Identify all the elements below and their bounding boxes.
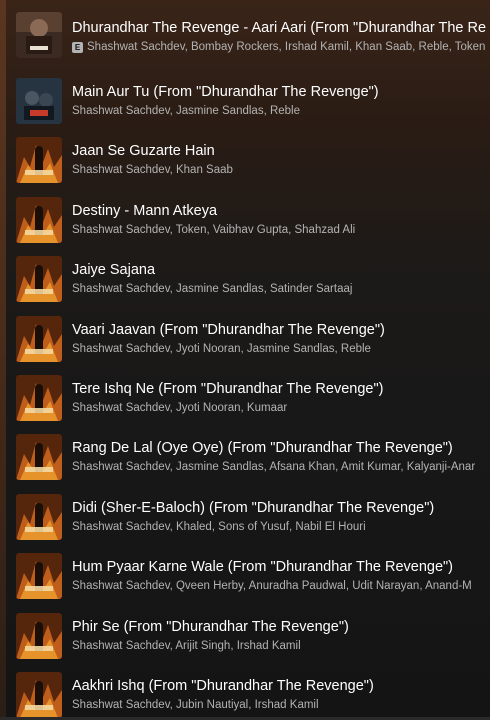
track-title[interactable]: Didi (Sher-E-Baloch) (From "Dhurandhar T… xyxy=(72,498,490,518)
track-row[interactable]: Hum Pyaar Karne Wale (From "Dhurandhar T… xyxy=(6,547,490,606)
track-row[interactable]: Dhurandhar The Revenge - Aari Aari (From… xyxy=(6,0,490,72)
track-title[interactable]: Destiny - Mann Atkeya xyxy=(72,201,490,221)
track-list-panel: Dhurandhar The Revenge - Aari Aari (From… xyxy=(0,0,490,720)
track-list: Dhurandhar The Revenge - Aari Aari (From… xyxy=(6,0,490,720)
track-artists-text[interactable]: Shashwat Sachdev, Jyoti Nooran, Kumaar xyxy=(72,399,287,417)
track-artists: Shashwat Sachdev, Jyoti Nooran, Kumaar xyxy=(72,399,490,417)
track-title[interactable]: Hum Pyaar Karne Wale (From "Dhurandhar T… xyxy=(72,557,490,577)
track-row[interactable]: Destiny - Mann Atkeya Shashwat Sachdev, T… xyxy=(6,191,490,250)
album-cover-image xyxy=(16,434,62,481)
track-artists-text[interactable]: Shashwat Sachdev, Jyoti Nooran, Jasmine … xyxy=(72,340,371,358)
album-cover-image xyxy=(16,78,62,124)
album-cover-image xyxy=(16,553,62,600)
track-artists: Shashwat Sachdev, Jasmine Sandlas, Satin… xyxy=(72,280,490,298)
album-cover-image xyxy=(16,315,62,362)
track-title[interactable]: Dhurandhar The Revenge - Aari Aari (From… xyxy=(72,18,490,38)
track-artists: Shashwat Sachdev, Jasmine Sandlas, Afsan… xyxy=(72,458,490,476)
album-cover-image xyxy=(16,612,62,659)
album-cover-image xyxy=(16,374,62,421)
track-artists: E Shashwat Sachdev, Bombay Rockers, Irsha… xyxy=(72,38,490,56)
track-text: Dhurandhar The Revenge - Aari Aari (From… xyxy=(72,18,490,56)
album-cover-image xyxy=(16,671,62,718)
track-text: Phir Se (From "Dhurandhar The Revenge") S… xyxy=(72,617,490,655)
track-row[interactable]: Vaari Jaavan (From "Dhurandhar The Reven… xyxy=(6,310,490,369)
track-row[interactable]: Jaan Se Guzarte Hain Shashwat Sachdev, Kh… xyxy=(6,131,490,190)
album-cover-image xyxy=(16,196,62,243)
track-artists: Shashwat Sachdev, Arijit Singh, Irshad K… xyxy=(72,637,490,655)
track-title[interactable]: Main Aur Tu (From "Dhurandhar The Reveng… xyxy=(72,82,490,102)
track-artists-text[interactable]: Shashwat Sachdev, Bombay Rockers, Irshad… xyxy=(87,38,485,56)
track-artists: Shashwat Sachdev, Token, Vaibhav Gupta, … xyxy=(72,221,490,239)
track-artists-text[interactable]: Shashwat Sachdev, Token, Vaibhav Gupta, … xyxy=(72,221,355,239)
explicit-badge-icon: E xyxy=(72,41,83,53)
album-cover-image xyxy=(16,137,62,184)
track-artists: Shashwat Sachdev, Khan Saab xyxy=(72,161,490,179)
track-artists-text[interactable]: Shashwat Sachdev, Khan Saab xyxy=(72,161,233,179)
track-text: Hum Pyaar Karne Wale (From "Dhurandhar T… xyxy=(72,557,490,595)
track-title[interactable]: Aakhri Ishq (From "Dhurandhar The Reveng… xyxy=(72,676,490,696)
track-artists-text[interactable]: Shashwat Sachdev, Arijit Singh, Irshad K… xyxy=(72,637,301,655)
track-text: Destiny - Mann Atkeya Shashwat Sachdev, T… xyxy=(72,201,490,239)
track-artists: Shashwat Sachdev, Qveen Herby, Anuradha … xyxy=(72,577,490,595)
track-text: Main Aur Tu (From "Dhurandhar The Reveng… xyxy=(72,82,490,120)
track-row[interactable]: Rang De Lal (Oye Oye) (From "Dhurandhar … xyxy=(6,428,490,487)
track-artists-text[interactable]: Shashwat Sachdev, Qveen Herby, Anuradha … xyxy=(72,577,472,595)
track-title[interactable]: Tere Ishq Ne (From "Dhurandhar The Reven… xyxy=(72,379,490,399)
track-row[interactable]: Phir Se (From "Dhurandhar The Revenge") S… xyxy=(6,607,490,666)
track-row[interactable]: Jaiye Sajana Shashwat Sachdev, Jasmine Sa… xyxy=(6,250,490,309)
track-artists-text[interactable]: Shashwat Sachdev, Jasmine Sandlas, Afsan… xyxy=(72,458,475,476)
track-title[interactable]: Rang De Lal (Oye Oye) (From "Dhurandhar … xyxy=(72,438,490,458)
track-row[interactable]: Aakhri Ishq (From "Dhurandhar The Reveng… xyxy=(6,666,490,720)
album-cover-image xyxy=(16,493,62,540)
track-artists: Shashwat Sachdev, Jubin Nautiyal, Irshad… xyxy=(72,696,490,714)
track-row[interactable]: Tere Ishq Ne (From "Dhurandhar The Reven… xyxy=(6,369,490,428)
track-text: Rang De Lal (Oye Oye) (From "Dhurandhar … xyxy=(72,438,490,476)
track-title[interactable]: Jaan Se Guzarte Hain xyxy=(72,141,490,161)
track-artists-text[interactable]: Shashwat Sachdev, Jasmine Sandlas, Reble xyxy=(72,102,300,120)
track-text: Tere Ishq Ne (From "Dhurandhar The Reven… xyxy=(72,379,490,417)
track-artists-text[interactable]: Shashwat Sachdev, Jubin Nautiyal, Irshad… xyxy=(72,696,319,714)
track-title[interactable]: Phir Se (From "Dhurandhar The Revenge") xyxy=(72,617,490,637)
album-cover-image xyxy=(16,12,62,58)
track-row[interactable]: Didi (Sher-E-Baloch) (From "Dhurandhar T… xyxy=(6,488,490,547)
track-title[interactable]: Vaari Jaavan (From "Dhurandhar The Reven… xyxy=(72,320,490,340)
track-text: Jaan Se Guzarte Hain Shashwat Sachdev, Kh… xyxy=(72,141,490,179)
track-title[interactable]: Jaiye Sajana xyxy=(72,260,490,280)
track-row[interactable]: Main Aur Tu (From "Dhurandhar The Reveng… xyxy=(6,72,490,131)
track-text: Jaiye Sajana Shashwat Sachdev, Jasmine Sa… xyxy=(72,260,490,298)
album-cover-image xyxy=(16,256,62,303)
track-text: Aakhri Ishq (From "Dhurandhar The Reveng… xyxy=(72,676,490,714)
track-artists-text[interactable]: Shashwat Sachdev, Jasmine Sandlas, Satin… xyxy=(72,280,352,298)
track-artists-text[interactable]: Shashwat Sachdev, Khaled, Sons of Yusuf,… xyxy=(72,518,366,536)
track-text: Didi (Sher-E-Baloch) (From "Dhurandhar T… xyxy=(72,498,490,536)
track-text: Vaari Jaavan (From "Dhurandhar The Reven… xyxy=(72,320,490,358)
track-artists: Shashwat Sachdev, Jasmine Sandlas, Reble xyxy=(72,102,490,120)
track-artists: Shashwat Sachdev, Khaled, Sons of Yusuf,… xyxy=(72,518,490,536)
track-artists: Shashwat Sachdev, Jyoti Nooran, Jasmine … xyxy=(72,340,490,358)
